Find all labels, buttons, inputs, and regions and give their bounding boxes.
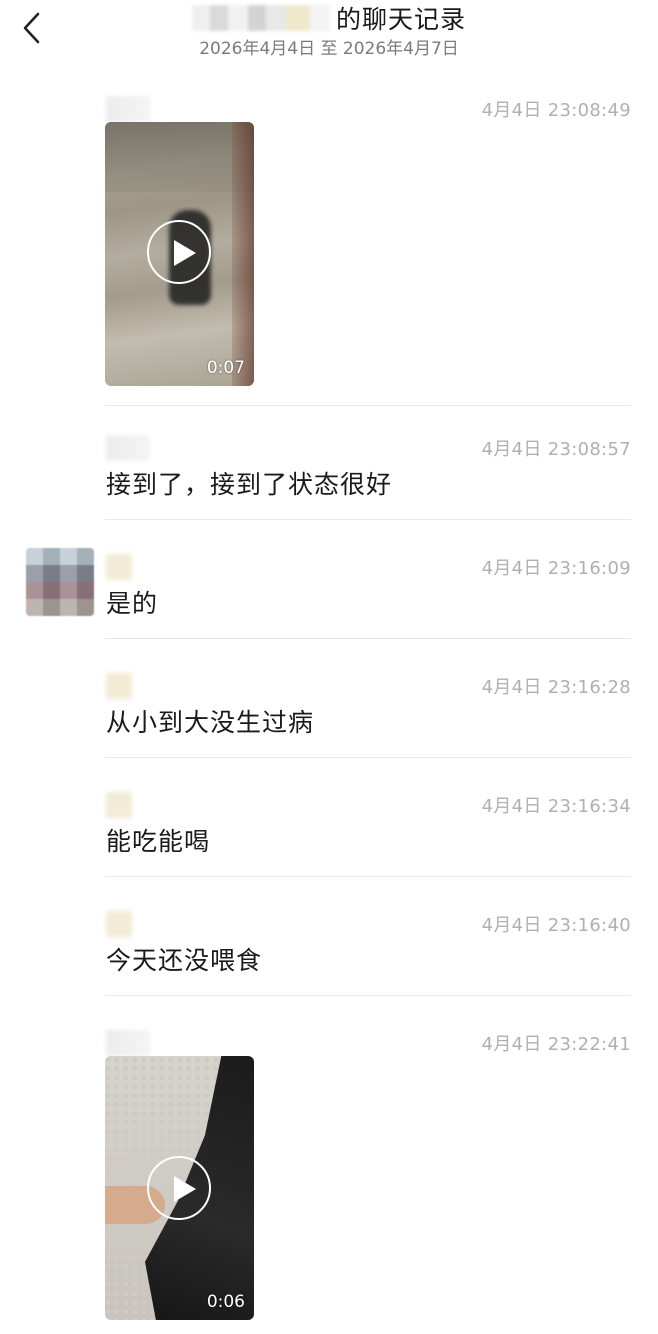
message-time: 4月4日 23:08:57 [481, 439, 631, 460]
blurred-sender-name [106, 435, 150, 461]
video-message[interactable]: 0:06 [105, 1056, 254, 1320]
video-duration: 0:07 [206, 358, 245, 378]
blurred-sender-name [106, 792, 132, 818]
page-title: 的聊天记录 [0, 0, 658, 36]
blurred-contact-name [191, 5, 330, 31]
video-duration: 0:06 [206, 1292, 245, 1312]
message-time: 4月4日 23:22:41 [481, 1034, 631, 1055]
divider [105, 876, 631, 877]
blurred-sender-name [106, 911, 132, 937]
message-time: 4月4日 23:16:40 [481, 915, 631, 936]
video-message[interactable]: 0:07 [105, 122, 254, 386]
message-time: 4月4日 23:16:34 [481, 796, 631, 817]
message-time: 4月4日 23:16:28 [481, 677, 631, 698]
divider [105, 638, 631, 639]
chat-history-header: 的聊天记录 2026年4月4日 至 2026年4月7日 [0, 0, 658, 80]
divider [105, 405, 631, 406]
message-text: 从小到大没生过病 [106, 708, 315, 737]
date-range: 2026年4月4日 至 2026年4月7日 [199, 39, 459, 59]
play-icon[interactable] [147, 220, 211, 284]
message-time: 4月4日 23:08:49 [481, 100, 631, 121]
divider [105, 757, 631, 758]
avatar[interactable] [26, 548, 94, 616]
message-text: 今天还没喂食 [106, 946, 263, 975]
message-text: 能吃能喝 [106, 827, 211, 856]
blurred-sender-name [106, 96, 150, 122]
message-text: 是的 [106, 589, 159, 618]
divider [105, 995, 631, 996]
blurred-sender-name [106, 1030, 150, 1056]
blurred-sender-name [106, 673, 132, 699]
page-title-text: 的聊天记录 [335, 5, 466, 34]
blurred-sender-name [106, 554, 132, 580]
play-icon[interactable] [147, 1156, 211, 1220]
divider [105, 519, 631, 520]
message-time: 4月4日 23:16:09 [481, 558, 631, 579]
message-text: 接到了，接到了状态很好 [106, 470, 393, 499]
